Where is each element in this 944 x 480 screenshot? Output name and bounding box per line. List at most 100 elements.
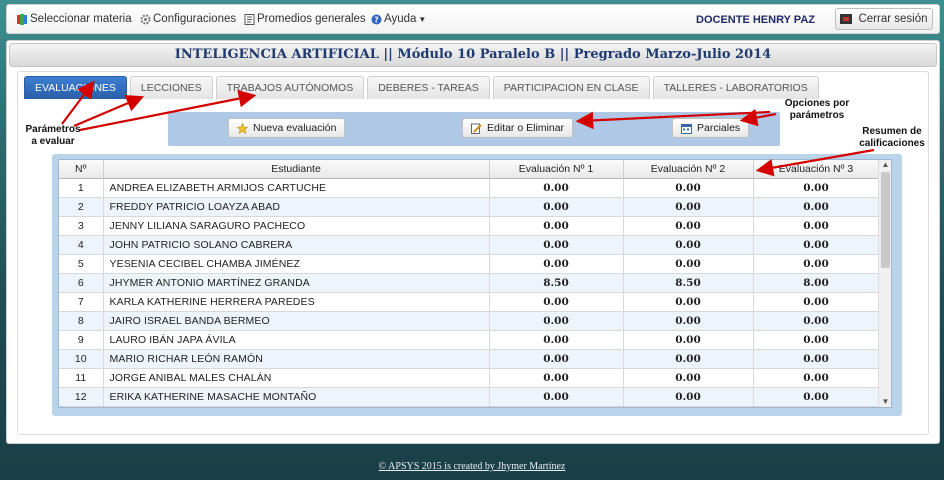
table-row[interactable]: 5 YESENIA CECIBEL CHAMBA JIMÉNEZ 0.00 0.00 0… <box>59 254 880 274</box>
student-name: YESENIA CECIBEL CHAMBA JIMÉNEZ <box>103 254 490 274</box>
student-name: ANDREA ELIZABETH ARMIJOS CARTUCHE <box>103 178 490 198</box>
footer-credit[interactable]: © APSYS 2015 is created by Jhymer Martín… <box>0 461 944 472</box>
score-cell: 0.00 <box>623 330 754 350</box>
score-cell: 0.00 <box>753 178 880 198</box>
partials-button[interactable]: Parciales <box>672 118 750 138</box>
score-cell: 8.50 <box>489 273 624 293</box>
row-number: 5 <box>59 254 104 274</box>
student-name: ERIKA KATHERINE MASACHE MONTAÑO <box>103 387 490 407</box>
scroll-up-icon[interactable]: ▲ <box>881 160 890 170</box>
nav-label: Ayuda <box>384 13 417 25</box>
grades-grid: Nº Estudiante Evaluación Nº 1 Evaluación… <box>58 159 892 408</box>
table-row[interactable]: 11 JORGE ANIBAL MALES CHALÁN 0.00 0.00 0.00 <box>59 368 880 388</box>
student-name: KARLA KATHERINE HERRERA PAREDES <box>103 292 490 312</box>
col-header-eval-2[interactable]: Evaluación Nº 2 <box>623 160 754 179</box>
score-cell: 0.00 <box>623 254 754 274</box>
score-cell: 0.00 <box>489 254 624 274</box>
tab-lecciones[interactable]: LECCIONES <box>129 76 213 99</box>
student-name: JENNY LILIANA SARAGURO PACHECO <box>103 216 490 236</box>
new-evaluation-button[interactable]: Nueva evaluación <box>228 118 346 138</box>
row-number: 10 <box>59 349 104 369</box>
table-row[interactable]: 6 JHYMER ANTONIO MARTÍNEZ GRANDA 8.50 8.50 8… <box>59 273 880 293</box>
score-cell: 0.00 <box>489 235 624 255</box>
student-name: MARIO RICHAR LEÓN RAMÓN <box>103 349 490 369</box>
score-cell: 0.00 <box>489 178 624 198</box>
caret-down-icon: ▼ <box>418 14 427 24</box>
page-title: INTELIGENCIA ARTIFICIAL || Módulo 10 Par… <box>9 43 937 67</box>
scroll-down-icon[interactable]: ▼ <box>881 397 890 407</box>
grades-table: Nº Estudiante Evaluación Nº 1 Evaluación… <box>59 160 880 407</box>
nav-general-averages[interactable]: Promedios generales <box>244 13 366 25</box>
col-header-number[interactable]: Nº <box>59 160 104 179</box>
edit-delete-label: Editar o Eliminar <box>487 122 565 134</box>
score-cell: 0.00 <box>753 254 880 274</box>
tab-talleres[interactable]: TALLERES - LABORATORIOS <box>652 76 819 99</box>
student-name: LAURO IBÁN JAPA ÁVILA <box>103 330 490 350</box>
score-cell: 0.00 <box>489 330 624 350</box>
table-row[interactable]: 7 KARLA KATHERINE HERRERA PAREDES 0.00 0.00… <box>59 292 880 312</box>
score-cell: 0.00 <box>623 349 754 369</box>
col-header-eval-1[interactable]: Evaluación Nº 1 <box>489 160 624 179</box>
score-cell: 0.00 <box>623 292 754 312</box>
col-header-eval-3[interactable]: Evaluación Nº 3 <box>753 160 880 179</box>
annotation-options: Opciones por parámetros <box>784 98 850 121</box>
score-cell: 0.00 <box>753 216 880 236</box>
table-row[interactable]: 12 ERIKA KATHERINE MASACHE MONTAÑO 0.00 0.0… <box>59 387 880 407</box>
partials-label: Parciales <box>697 122 741 134</box>
table-row[interactable]: 9 LAURO IBÁN JAPA ÁVILA 0.00 0.00 0.00 <box>59 330 880 350</box>
nav-label: Configuraciones <box>153 13 237 25</box>
score-cell: 0.00 <box>753 197 880 217</box>
svg-text:?: ? <box>374 15 379 24</box>
table-row[interactable]: 3 JENNY LILIANA SARAGURO PACHECO 0.00 0.00 0… <box>59 216 880 236</box>
student-name: JHYMER ANTONIO MARTÍNEZ GRANDA <box>103 273 490 293</box>
col-header-student[interactable]: Estudiante <box>103 160 490 179</box>
top-navbar: Seleccionar materia Configuraciones Prom… <box>6 4 940 34</box>
annotation-summary: Resumen de calificaciones <box>859 126 925 149</box>
report-icon <box>244 13 255 25</box>
score-cell: 0.00 <box>489 349 624 369</box>
row-number: 8 <box>59 311 104 331</box>
table-row[interactable]: 4 JOHN PATRICIO SOLANO CABRERA 0.00 0.00 0.0… <box>59 235 880 255</box>
student-name: JAIRO ISRAEL BANDA BERMEO <box>103 311 490 331</box>
score-cell: 0.00 <box>623 368 754 388</box>
tab-participacion[interactable]: PARTICIPACION EN CLASE <box>492 76 650 99</box>
actions-bar: Nueva evaluación Editar o Eliminar Parci… <box>168 112 780 146</box>
grades-table-body: 1 ANDREA ELIZABETH ARMIJOS CARTUCHE 0.00 0.… <box>59 178 880 407</box>
row-number: 6 <box>59 273 104 293</box>
content-box: EVALUACIONES LECCIONES TRABAJOS AUTÓNOMO… <box>17 71 929 435</box>
logout-label: Cerrar sesión <box>858 13 928 25</box>
score-cell: 0.00 <box>753 368 880 388</box>
scroll-thumb[interactable] <box>881 172 890 268</box>
table-row[interactable]: 8 JAIRO ISRAEL BANDA BERMEO 0.00 0.00 0.00 <box>59 311 880 331</box>
tab-deberes-tareas[interactable]: DEBERES - TAREAS <box>367 76 490 99</box>
nav-select-subject[interactable]: Seleccionar materia <box>17 13 132 25</box>
table-row[interactable]: 10 MARIO RICHAR LEÓN RAMÓN 0.00 0.00 0.00 <box>59 349 880 369</box>
nav-label: Seleccionar materia <box>30 13 132 25</box>
vertical-scrollbar[interactable]: ▲ ▼ <box>878 160 891 407</box>
table-row[interactable]: 2 FREDDY PATRICIO LOAYZA ABAD 0.00 0.00 0.00 <box>59 197 880 217</box>
score-cell: 0.00 <box>753 235 880 255</box>
score-cell: 8.00 <box>753 273 880 293</box>
logout-button[interactable]: Cerrar sesión <box>835 8 933 30</box>
score-cell: 0.00 <box>623 311 754 331</box>
score-cell: 0.00 <box>623 387 754 407</box>
tab-strip: EVALUACIONES LECCIONES TRABAJOS AUTÓNOMO… <box>24 76 819 99</box>
help-icon: ? <box>371 14 382 25</box>
edit-delete-button[interactable]: Editar o Eliminar <box>462 118 574 138</box>
nav-settings[interactable]: Configuraciones <box>140 13 236 25</box>
row-number: 7 <box>59 292 104 312</box>
star-plus-icon <box>236 122 249 134</box>
row-number: 12 <box>59 387 104 407</box>
score-cell: 8.50 <box>623 273 754 293</box>
row-number: 3 <box>59 216 104 236</box>
table-row[interactable]: 1 ANDREA ELIZABETH ARMIJOS CARTUCHE 0.00 0.… <box>59 178 880 198</box>
tab-evaluaciones[interactable]: EVALUACIONES <box>24 76 127 99</box>
score-cell: 0.00 <box>489 292 624 312</box>
score-cell: 0.00 <box>753 349 880 369</box>
score-cell: 0.00 <box>489 216 624 236</box>
score-cell: 0.00 <box>489 311 624 331</box>
score-cell: 0.00 <box>753 387 880 407</box>
row-number: 9 <box>59 330 104 350</box>
nav-help-dropdown[interactable]: ? Ayuda ▼ <box>371 13 426 25</box>
tab-trabajos-autonomos[interactable]: TRABAJOS AUTÓNOMOS <box>215 76 365 99</box>
